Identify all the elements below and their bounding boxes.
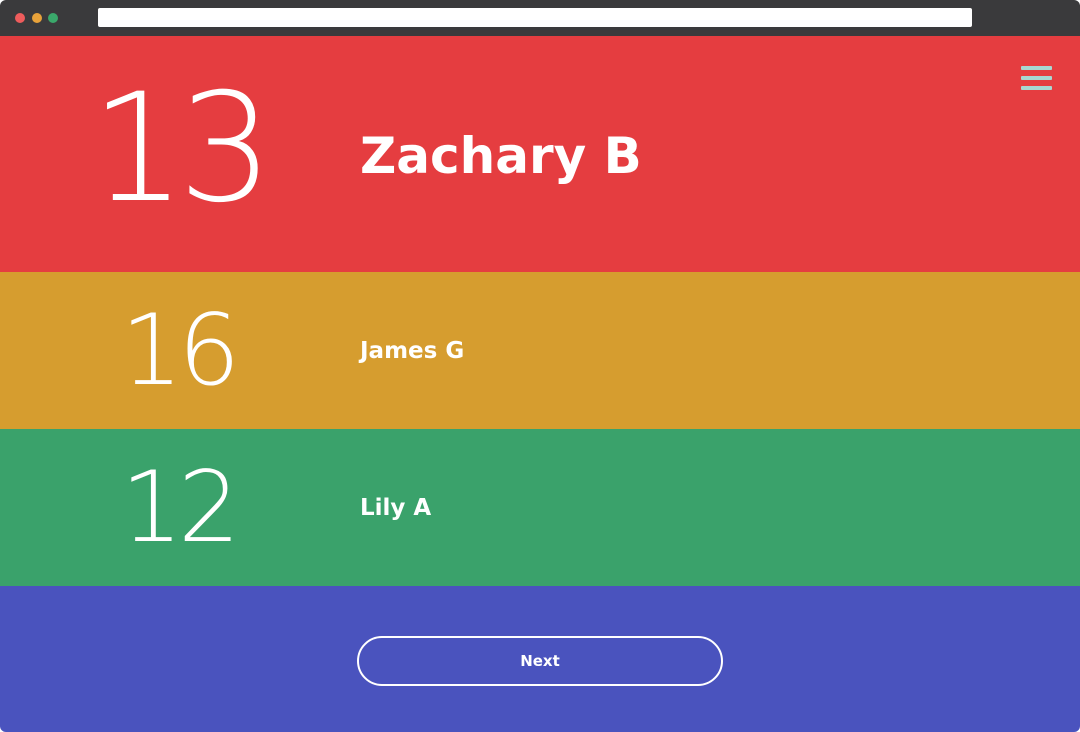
hamburger-menu-icon[interactable] xyxy=(1021,64,1052,92)
menu-bar xyxy=(1021,66,1052,70)
player-number: 16 xyxy=(120,294,241,408)
footer-bar: Next xyxy=(0,586,1080,732)
player-name: Zachary B xyxy=(360,127,642,185)
player-row-1: 13 Zachary B xyxy=(0,36,1080,272)
browser-titlebar xyxy=(0,0,1080,36)
player-name: Lily A xyxy=(360,495,432,521)
address-bar[interactable] xyxy=(98,8,972,27)
player-row-2: 16 James G xyxy=(0,272,1080,429)
close-window-dot[interactable] xyxy=(15,13,25,23)
browser-window: 13 Zachary B 16 James G 12 Lily A Next xyxy=(0,0,1080,732)
minimize-window-dot[interactable] xyxy=(32,13,42,23)
player-row-3: 12 Lily A xyxy=(0,429,1080,586)
menu-bar xyxy=(1021,86,1052,90)
menu-bar xyxy=(1021,76,1052,80)
player-name: James G xyxy=(360,338,465,364)
next-button[interactable]: Next xyxy=(357,636,723,686)
player-number: 12 xyxy=(120,451,241,565)
player-number: 13 xyxy=(90,62,274,236)
maximize-window-dot[interactable] xyxy=(48,13,58,23)
